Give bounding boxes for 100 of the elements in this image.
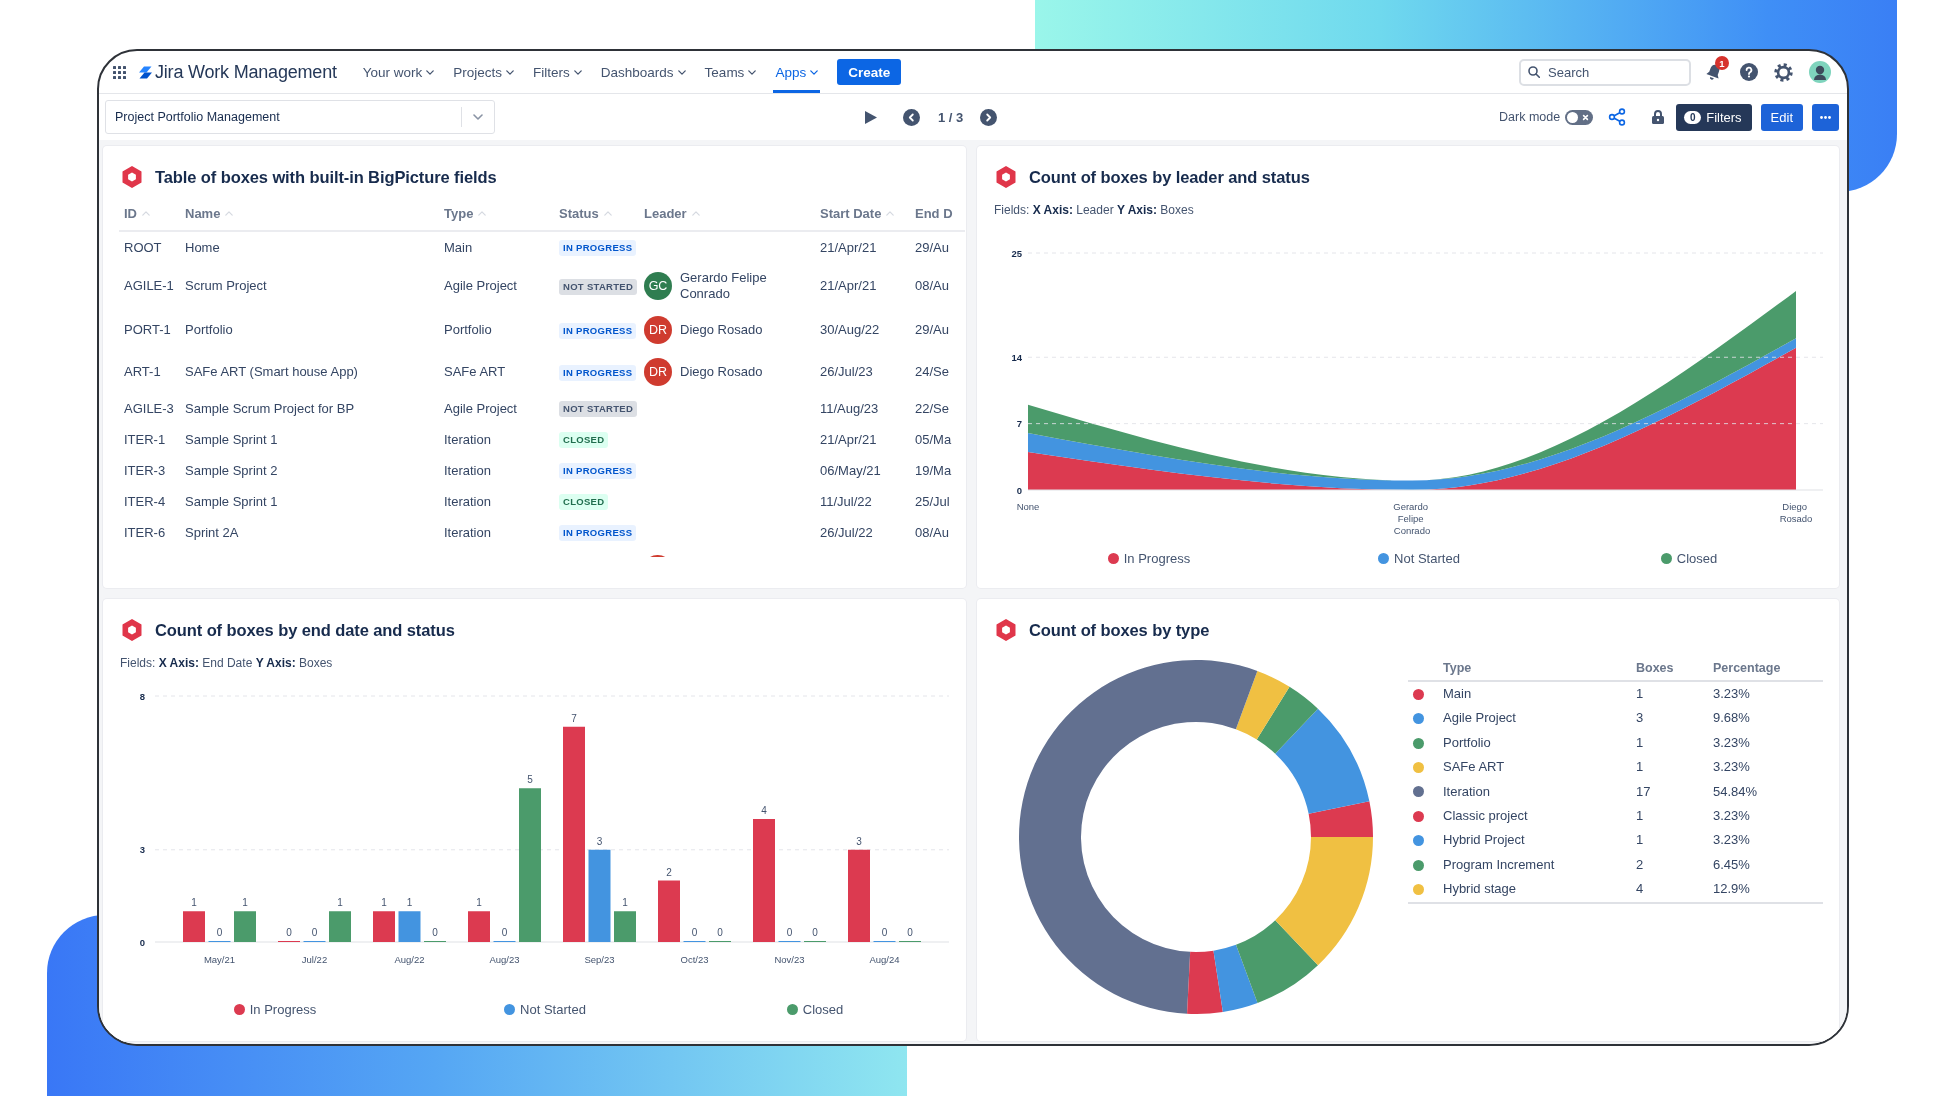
nav-item[interactable]: Teams xyxy=(702,51,759,93)
table-cell-text: 24/Se xyxy=(914,363,950,381)
column-header[interactable]: Status xyxy=(554,198,639,231)
filters-button[interactable]: 0 Filters xyxy=(1676,103,1752,131)
nav-item[interactable]: Apps xyxy=(773,51,821,93)
x-axis-label: Aug/23 xyxy=(489,954,520,965)
avatar: DR xyxy=(644,358,672,386)
chevron-left-icon[interactable] xyxy=(903,108,920,126)
nav-item[interactable]: Filters xyxy=(531,51,584,93)
y-axis-label: 3 xyxy=(139,844,145,856)
table-cell: 3.23% xyxy=(1713,681,1823,707)
help-icon[interactable] xyxy=(1740,63,1758,81)
table-cell: 1 xyxy=(1636,828,1713,853)
table-cell-text: ITER-4 xyxy=(123,492,167,511)
status-badge: NOT STARTED xyxy=(559,401,638,417)
y-axis-label: 0 xyxy=(1016,484,1022,496)
data-label: 1 xyxy=(337,897,343,909)
settings-icon[interactable] xyxy=(1774,62,1793,82)
table-cell-text: Classic project xyxy=(1443,807,1529,826)
column-header[interactable]: Name xyxy=(180,198,439,231)
data-label: 1 xyxy=(242,897,248,909)
column-header[interactable]: Start Date xyxy=(815,198,910,231)
table-cell-text: 19/Ma xyxy=(914,461,953,480)
data-label: 0 xyxy=(907,927,913,938)
avatar: DR xyxy=(644,316,672,344)
bar xyxy=(234,911,256,942)
chevron-right-icon[interactable] xyxy=(980,108,998,126)
user-avatar[interactable] xyxy=(1809,61,1831,83)
table-cell-text: 22/Se xyxy=(914,399,950,418)
table-cell: 4 xyxy=(1636,877,1713,903)
table-cell-text: Portfolio xyxy=(1443,733,1492,752)
table-cell-text: 21/Apr/21 xyxy=(819,277,878,295)
chevron-down-icon xyxy=(473,114,483,120)
apps-grid-icon[interactable] xyxy=(113,65,126,79)
logo-icon xyxy=(139,65,152,79)
leader-name: Gerardo Felipe Conrado xyxy=(680,270,768,302)
leader-name: Diego Rosado xyxy=(680,322,763,338)
data-label: 1 xyxy=(381,897,387,909)
column-header[interactable]: End D xyxy=(910,198,965,231)
table-cell: Main xyxy=(1443,681,1636,707)
table-cell-text: 25/Jul xyxy=(914,492,951,511)
column-header: Percentage xyxy=(1713,656,1823,681)
table-cell-text: Sample Scrum Project for BP xyxy=(184,399,356,418)
table-cell-text: 26/Jul/23 xyxy=(819,363,874,381)
table-cell-text: PORT-1 xyxy=(123,321,172,339)
table-cell-text: 6.45% xyxy=(1713,855,1751,874)
search-icon xyxy=(1528,66,1540,78)
table-cell-text: Iteration xyxy=(443,461,492,480)
y-axis-label: 14 xyxy=(1011,351,1022,363)
board-select[interactable]: Project Portfolio Management xyxy=(105,100,495,134)
legend-label: Not Started xyxy=(520,1001,586,1017)
data-label: 1 xyxy=(191,897,197,909)
lock-icon[interactable] xyxy=(1652,110,1665,124)
edit-button[interactable]: Edit xyxy=(1760,103,1803,131)
share-icon[interactable] xyxy=(1608,108,1627,126)
count-badge: 0 xyxy=(1684,110,1702,124)
toggle-switch[interactable] xyxy=(1565,109,1594,125)
data-label: 0 xyxy=(812,927,818,938)
nav-item[interactable]: Your work xyxy=(360,51,437,93)
create-button[interactable]: Create xyxy=(837,59,902,85)
table-cell-text: 30/Aug/22 xyxy=(819,321,881,339)
bar xyxy=(658,880,680,942)
table-cell-text: SAFe ART (Smart house App) xyxy=(184,363,359,381)
table-cell-text: Portfolio xyxy=(184,321,234,339)
nav-item[interactable]: Projects xyxy=(451,51,517,93)
table-cell-text: 3.23% xyxy=(1713,733,1751,752)
table-cell-text: ART-1 xyxy=(123,363,162,381)
column-header[interactable]: ID xyxy=(119,198,180,231)
x-axis-label: None xyxy=(1016,501,1040,512)
table-cell-text: Iteration xyxy=(1443,782,1491,801)
table-cell: 17 xyxy=(1636,779,1713,805)
bar xyxy=(329,911,351,942)
play-icon[interactable] xyxy=(865,110,877,124)
x-axis-label: Sep/23 xyxy=(584,954,615,965)
data-label: 0 xyxy=(432,927,438,938)
legend-label: In Progress xyxy=(249,1001,317,1017)
table-cell-text: 06/May/21 xyxy=(819,461,882,480)
status-badge: IN PROGRESS xyxy=(559,364,637,381)
column-header[interactable]: Leader xyxy=(639,198,815,231)
column-header: Type xyxy=(1443,656,1636,681)
more-button[interactable] xyxy=(1812,103,1839,131)
chevron-up-icon xyxy=(478,211,487,216)
leader-name: Diego Rosado xyxy=(680,364,763,380)
hexagon-icon xyxy=(996,166,1016,188)
panel-title: Count of boxes by end date and status xyxy=(155,620,455,641)
notification-badge: 1 xyxy=(1715,56,1729,70)
x-axis-label: Diego Rosado xyxy=(1779,501,1813,524)
nav-item[interactable]: Dashboards xyxy=(598,51,688,93)
hexagon-icon xyxy=(122,619,142,641)
column-header[interactable]: Type xyxy=(439,198,554,231)
table-cell: Main xyxy=(439,231,554,263)
table-cell-text: Sample Sprint 1 xyxy=(184,492,279,511)
table-cell-text: 3.23% xyxy=(1713,831,1751,850)
data-label: 0 xyxy=(501,927,508,938)
bar xyxy=(398,911,421,942)
search-field[interactable]: Search xyxy=(1519,58,1691,86)
status-badge: CLOSED xyxy=(559,494,609,510)
status-badge: IN PROGRESS xyxy=(559,240,637,256)
table-cell: 1 xyxy=(1636,804,1713,829)
table-cell-text: Hybrid Project xyxy=(1443,831,1526,850)
